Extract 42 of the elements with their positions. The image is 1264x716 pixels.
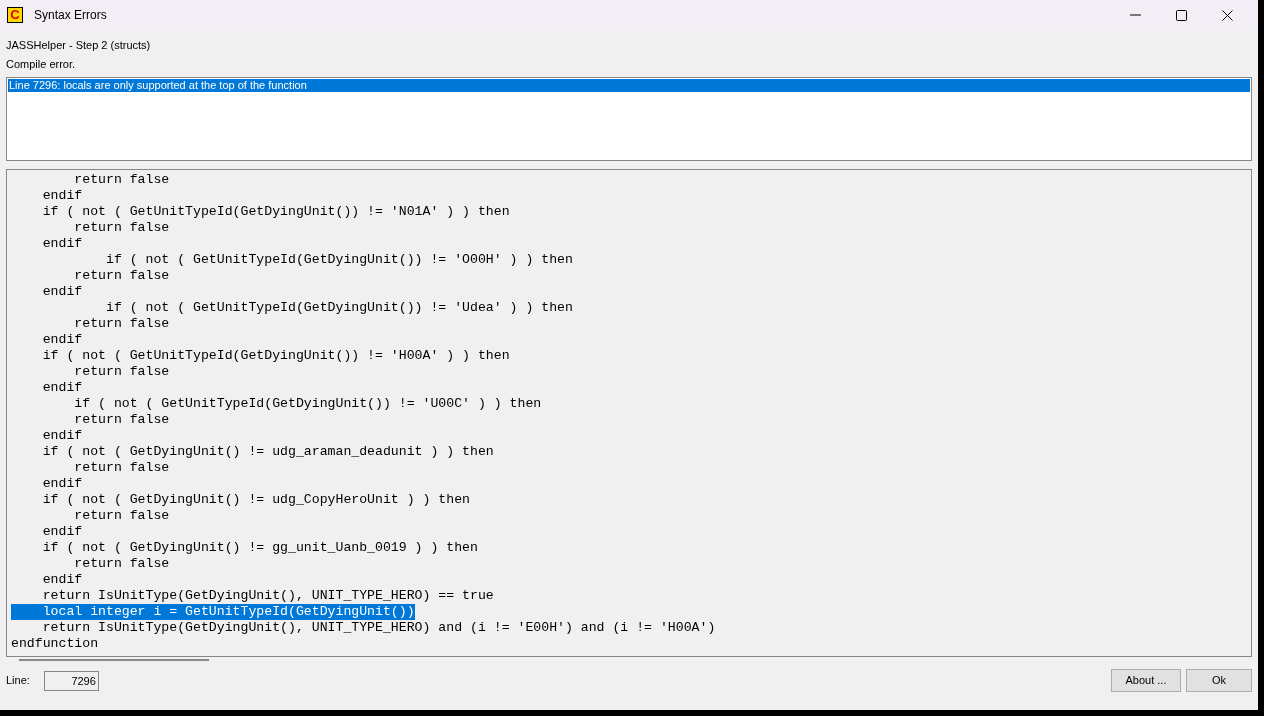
- window-title: Syntax Errors: [34, 7, 107, 24]
- code-line: return false: [73, 220, 170, 236]
- dialog-button[interactable]: About ...: [1111, 669, 1181, 692]
- line-field[interactable]: 7296: [43, 670, 99, 691]
- code-line: if ( not ( GetDyingUnit() != udg_CopyHeroUnit ) ) then: [41, 492, 470, 508]
- code-line: endif: [41, 524, 83, 540]
- code-line: return false: [73, 364, 170, 380]
- dialog-button[interactable]: Ok: [1186, 669, 1252, 692]
- code-line: return IsUnitType(GetDyingUnit(), UNIT_TYPE_HERO) == true: [41, 588, 494, 604]
- code-line: endif: [41, 476, 83, 492]
- error-item[interactable]: Line 7296: locals are only supported at the top of the function: [8, 79, 1250, 92]
- code-line: return false: [73, 268, 170, 284]
- code-line: if ( not ( GetDyingUnit() != gg_unit_Uanb_0019 ) ) then: [41, 540, 478, 556]
- status-text: Compile error.: [6, 57, 77, 72]
- code-line: endif: [41, 284, 83, 300]
- maximize-icon: [1175, 9, 1187, 21]
- code-line: return false: [73, 316, 170, 332]
- code-line: return false: [73, 172, 170, 188]
- code-line: endfunction: [11, 636, 99, 652]
- code-line: return false: [73, 556, 170, 572]
- code-line: if ( not ( GetUnitTypeId(GetDyingUnit()) != 'H00A' ) ) then: [41, 348, 510, 364]
- code-line: if ( not ( GetUnitTypeId(GetDyingUnit()) != 'Udea' ) ) then: [104, 300, 573, 316]
- close-icon: [1221, 9, 1233, 21]
- minimize-icon: [1129, 14, 1141, 16]
- code-line: endif: [41, 428, 83, 444]
- code-line: return false: [73, 460, 170, 476]
- code-line: return false: [73, 412, 170, 428]
- code-line: if ( not ( GetDyingUnit() != udg_araman_deadunit ) ) then: [41, 444, 494, 460]
- code-line: if ( not ( GetUnitTypeId(GetDyingUnit()) != 'U00C' ) ) then: [73, 396, 542, 412]
- code-line: endif: [41, 188, 83, 204]
- scrollbar-thumb[interactable]: [19, 659, 209, 661]
- code-line: return false: [73, 508, 170, 524]
- code-line: endif: [41, 572, 83, 588]
- code-line: if ( not ( GetUnitTypeId(GetDyingUnit()) != 'N01A' ) ) then: [41, 204, 510, 220]
- code-line: if ( not ( GetUnitTypeId(GetDyingUnit()) != 'O00H' ) ) then: [104, 252, 573, 268]
- code-line: endif: [41, 236, 83, 252]
- line-label: Line:: [6, 673, 30, 689]
- code-line: return IsUnitType(GetDyingUnit(), UNIT_TYPE_HERO) and (i != 'E00H') and (i != 'H00A'): [41, 620, 716, 636]
- code-line: endif: [41, 380, 83, 396]
- code-line: endif: [41, 332, 83, 348]
- app-icon: C: [7, 7, 23, 23]
- status-text: JASSHelper - Step 2 (structs): [6, 38, 152, 53]
